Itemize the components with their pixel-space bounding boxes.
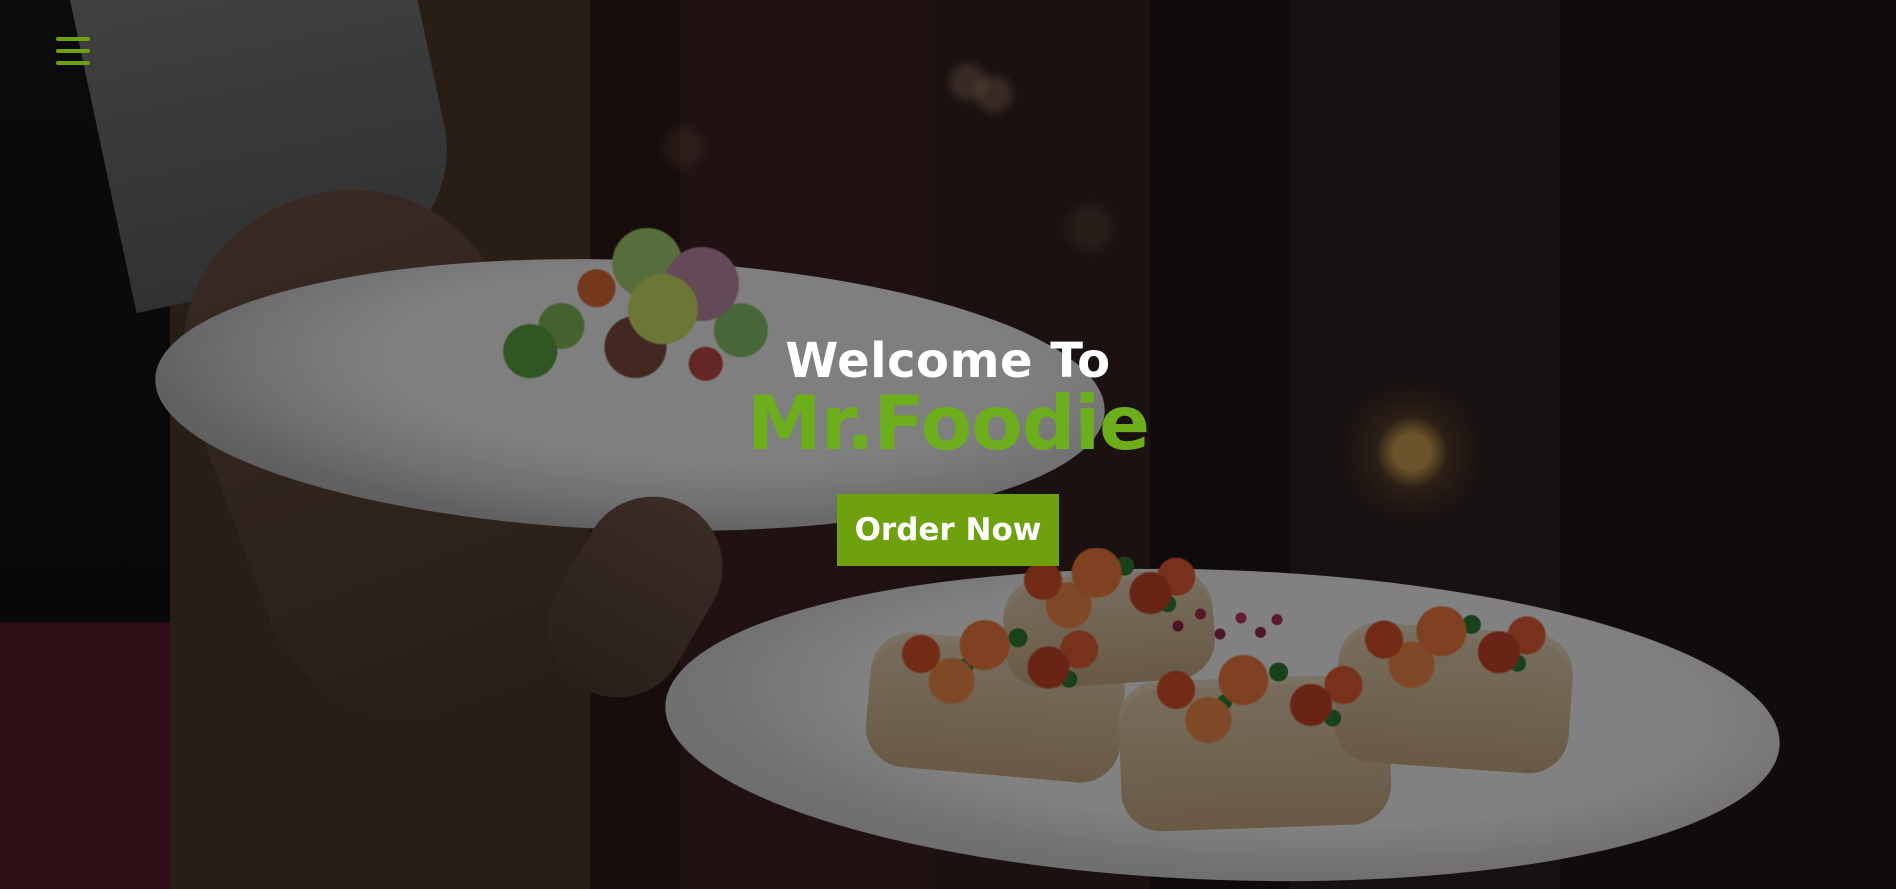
hamburger-menu-icon: [56, 37, 90, 65]
welcome-heading: Welcome To: [785, 333, 1111, 389]
hero-content: Welcome To Mr.Foodie Order Now: [0, 337, 1896, 566]
hero-section: Welcome To Mr.Foodie Order Now: [0, 0, 1896, 889]
order-now-button[interactable]: Order Now: [836, 494, 1060, 566]
menu-button[interactable]: [55, 34, 91, 68]
brand-name: Mr.Foodie: [747, 379, 1150, 467]
